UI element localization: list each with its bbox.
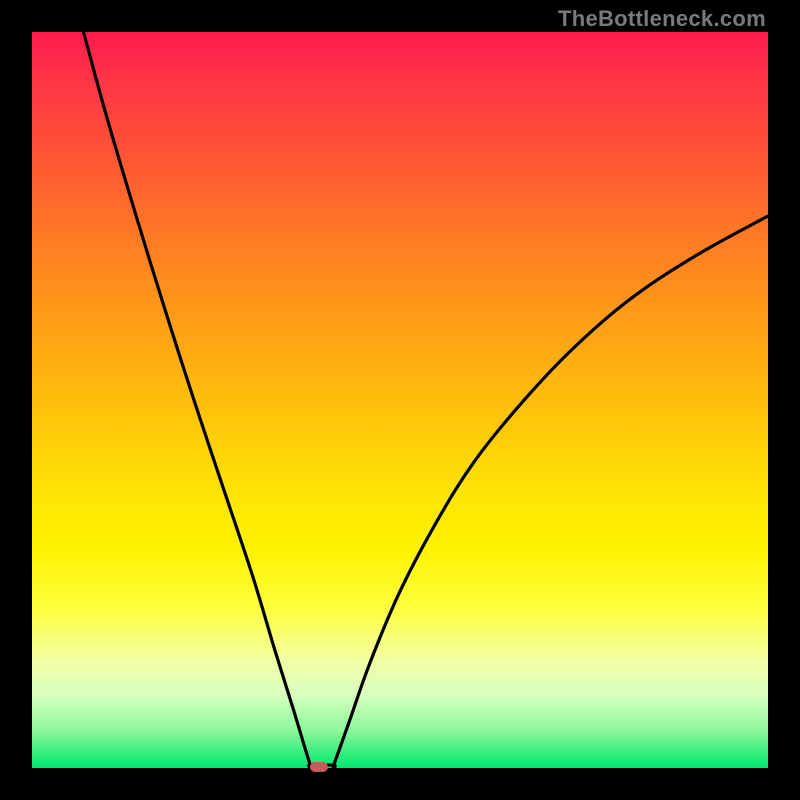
chart-frame: TheBottleneck.com bbox=[0, 0, 800, 800]
curve-path bbox=[84, 32, 768, 768]
bottleneck-curve bbox=[32, 32, 768, 768]
plot-area bbox=[32, 32, 768, 768]
optimum-marker bbox=[310, 762, 328, 772]
watermark-text: TheBottleneck.com bbox=[558, 6, 766, 32]
